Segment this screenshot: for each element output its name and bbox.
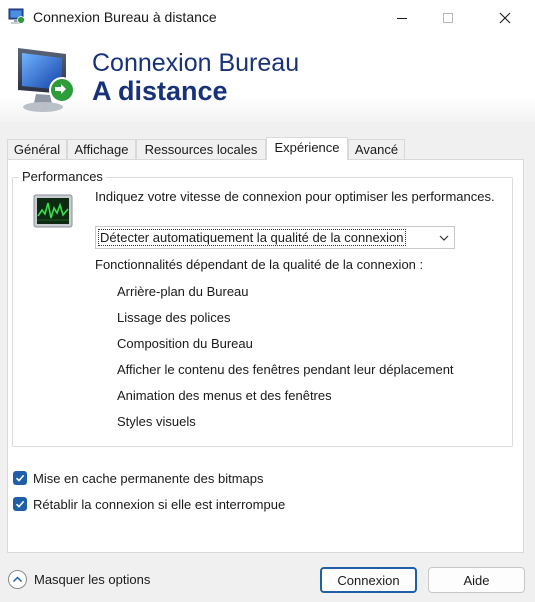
feature-visual-styles: Styles visuels: [117, 414, 196, 429]
close-button[interactable]: [482, 0, 528, 36]
performance-group-title: Performances: [19, 169, 106, 184]
title-bar: Connexion Bureau à distance: [0, 0, 535, 36]
checkmark-icon: [15, 500, 25, 508]
performance-monitor-icon: [33, 194, 73, 228]
persistent-bitmap-cache-option[interactable]: Mise en cache permanente des bitmaps: [13, 470, 264, 486]
tab-ressources-locales[interactable]: Ressources locales: [136, 139, 266, 160]
remote-desktop-app-icon: [8, 8, 26, 26]
tab-avance[interactable]: Avancé: [348, 139, 405, 160]
connection-speed-select[interactable]: Détecter automatiquement la qualité de l…: [95, 226, 455, 249]
connect-button[interactable]: Connexion: [320, 567, 417, 593]
feature-menu-window-animation: Animation des menus et des fenêtres: [117, 388, 332, 403]
connection-speed-value: Détecter automatiquement la qualité de l…: [98, 229, 406, 246]
maximize-icon: [443, 13, 453, 23]
checkmark-icon: [15, 474, 25, 482]
chevron-down-icon: [439, 235, 449, 241]
help-button[interactable]: Aide: [428, 567, 525, 593]
tab-affichage[interactable]: Affichage: [67, 139, 136, 160]
banner-title-line-2: A distance: [92, 76, 228, 106]
feature-font-smoothing: Lissage des polices: [117, 310, 231, 325]
performance-group: [12, 177, 513, 447]
minimize-icon: [397, 17, 407, 19]
maximize-button[interactable]: [425, 0, 471, 36]
minimize-button[interactable]: [379, 0, 425, 36]
hide-options-toggle[interactable]: Masquer les options: [8, 570, 150, 589]
persistent-bitmap-cache-label: Mise en cache permanente des bitmaps: [33, 470, 264, 486]
remote-desktop-logo-icon: [14, 44, 80, 114]
tab-general[interactable]: Général: [7, 139, 67, 160]
window-title: Connexion Bureau à distance: [33, 9, 217, 25]
features-title: Fonctionnalités dépendant de la qualité …: [95, 257, 424, 272]
persistent-bitmap-cache-checkbox[interactable]: [13, 471, 27, 485]
feature-window-drag-contents: Afficher le contenu des fenêtres pendant…: [117, 362, 454, 377]
reconnect-checkbox[interactable]: [13, 497, 27, 511]
feature-desktop-background: Arrière-plan du Bureau: [117, 284, 249, 299]
banner-title-line-1: Connexion Bureau: [92, 49, 300, 77]
header-banner: Connexion Bureau A distance: [0, 36, 535, 122]
feature-desktop-composition: Composition du Bureau: [117, 336, 253, 351]
close-icon: [499, 12, 511, 24]
hide-options-label: Masquer les options: [34, 572, 151, 587]
reconnect-option[interactable]: Rétablir la connexion si elle est interr…: [13, 496, 285, 512]
performance-description: Indiquez votre vitesse de connexion pour…: [95, 189, 495, 204]
chevron-up-icon[interactable]: [8, 570, 27, 589]
tab-experience[interactable]: Expérience: [266, 137, 348, 160]
reconnect-label: Rétablir la connexion si elle est interr…: [33, 496, 286, 512]
